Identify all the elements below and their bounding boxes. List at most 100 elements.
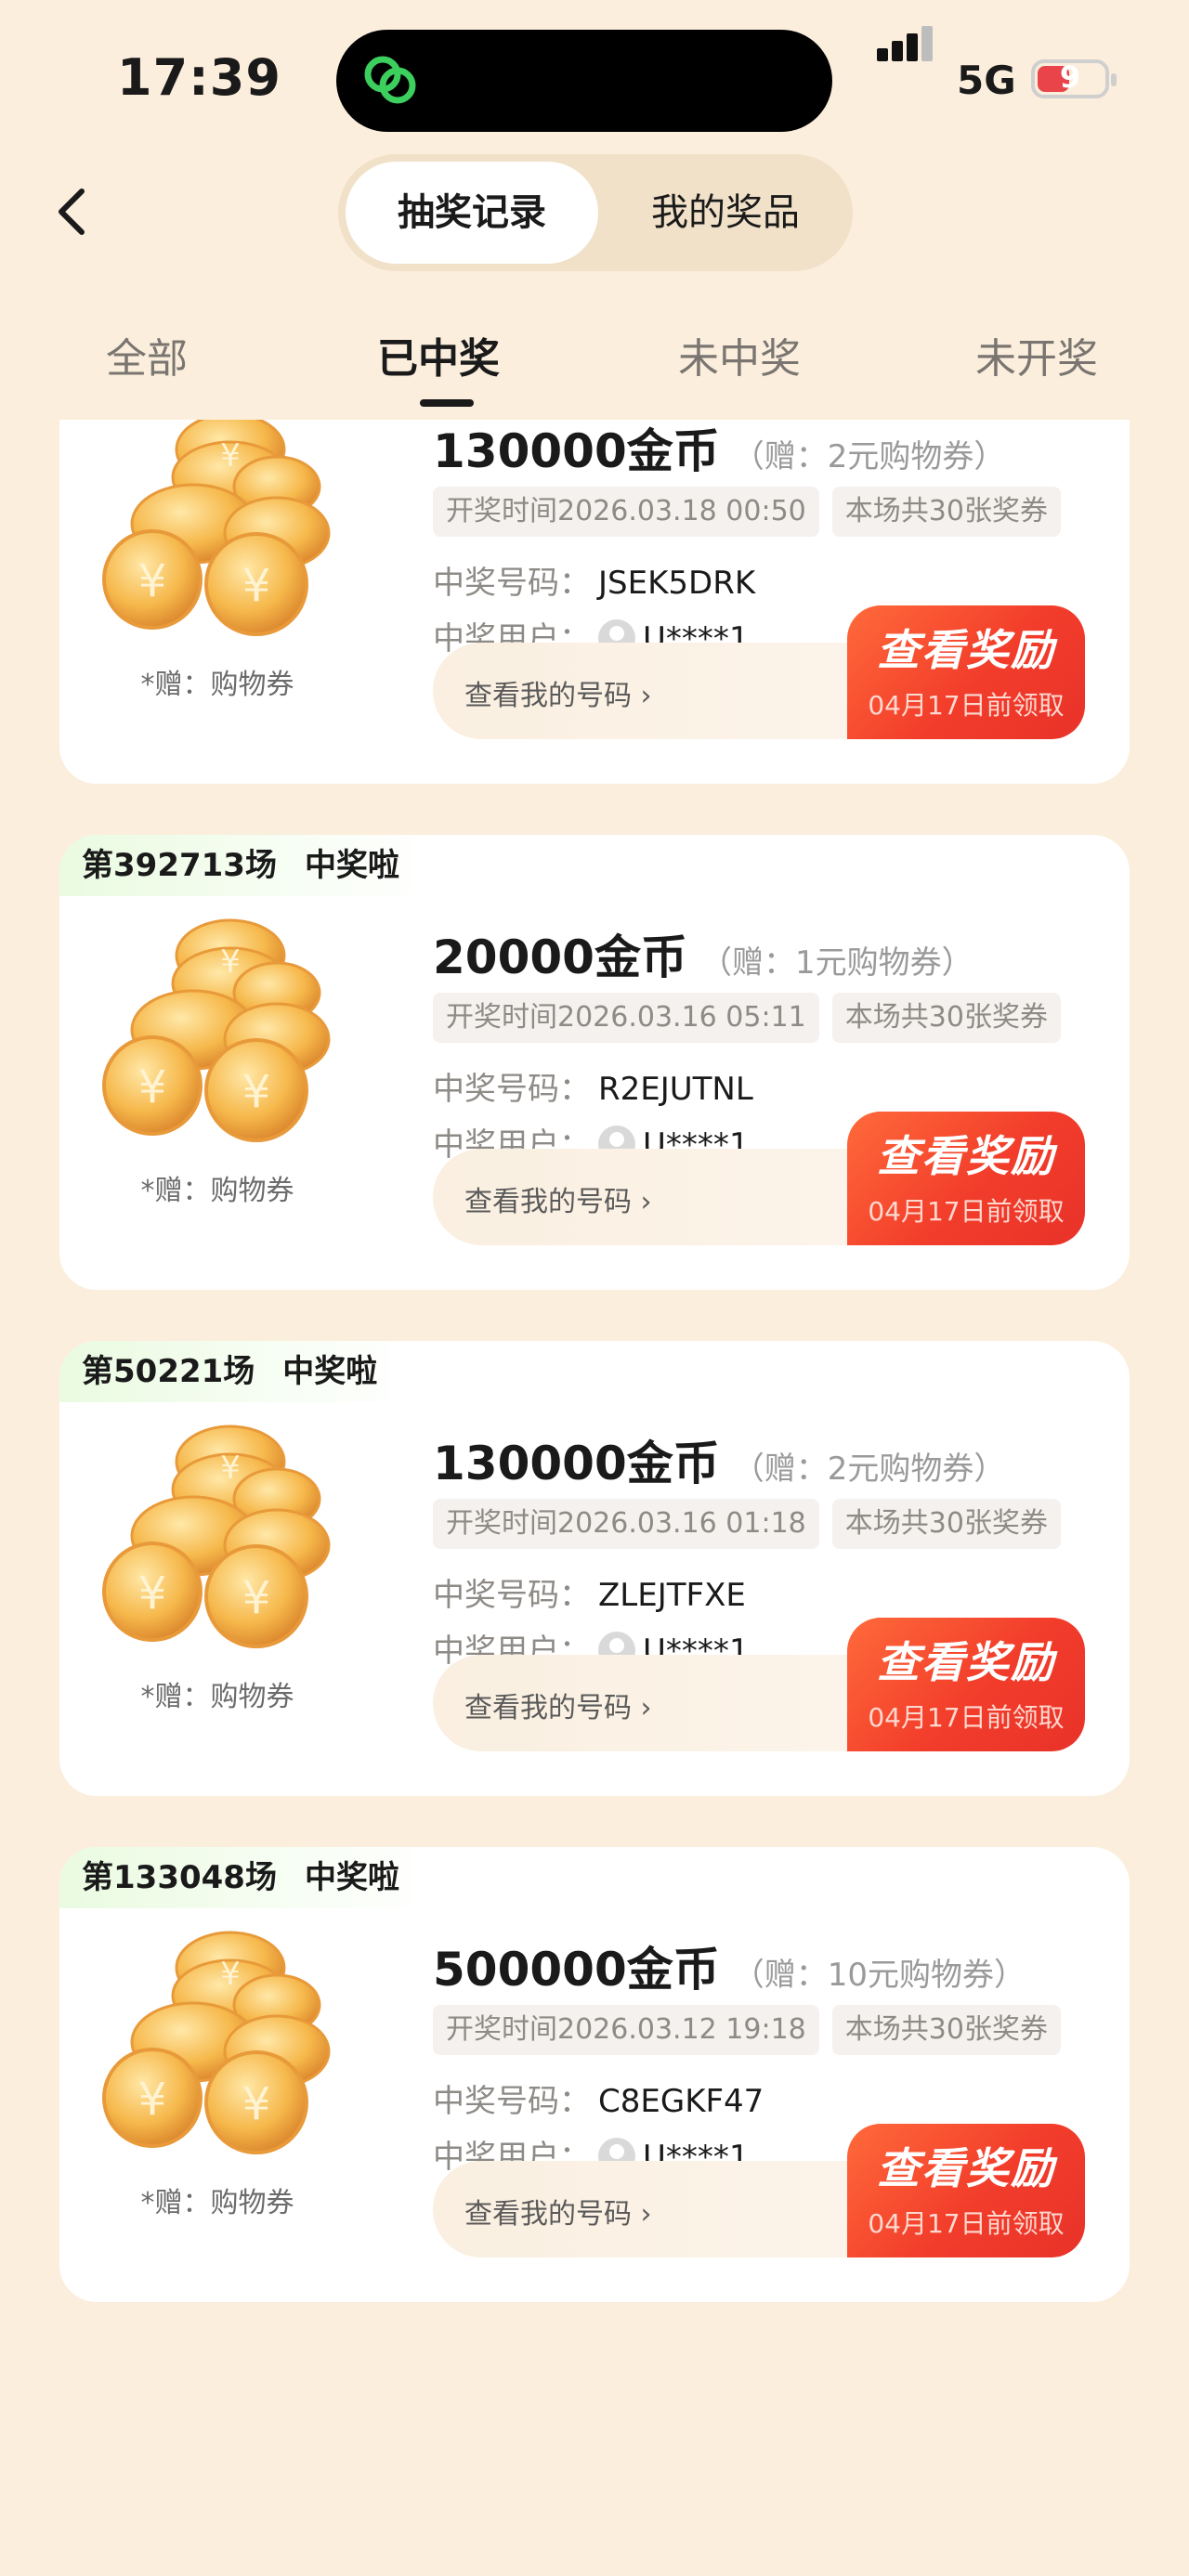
coins-icon: ¥ ¥ ¥ (102, 1931, 331, 2154)
tab-not-won[interactable]: 未中奖 (678, 325, 801, 384)
prize-card: 第133048场 中奖啦 ¥ ¥ ¥ *赠：购物券 500000金币 （赠：10元购… (59, 1847, 1130, 2302)
round-number: 第133048场 (82, 1859, 277, 1896)
segment-lottery-records[interactable]: 抽奖记录 (346, 162, 598, 264)
draw-time-chip: 开奖时间2026.03.18 00:50 (433, 487, 819, 537)
winning-number-row: 中奖号码： R2EJUTNL (433, 1063, 753, 1109)
prize-title: 130000金币 （赠：2元购物券） (433, 1426, 1005, 1493)
prize-bonus: （赠：1元购物券） (699, 944, 973, 982)
tab-won[interactable]: 已中奖 (377, 325, 500, 384)
view-reward-label: 查看奖励 (877, 2143, 1055, 2193)
win-status: 中奖啦 (304, 1859, 399, 1896)
segment-control: 抽奖记录 我的奖品 (338, 154, 853, 271)
info-chips: 开奖时间2026.03.18 00:50 本场共30张奖券 (433, 487, 1074, 537)
svg-text:¥: ¥ (242, 2078, 271, 2130)
view-reward-button[interactable]: 查看奖励 04月17日前领取 (847, 1112, 1085, 1245)
claim-deadline: 04月17日前领取 (868, 1196, 1065, 1227)
active-tab-indicator (420, 399, 474, 407)
draw-time-chip: 开奖时间2026.03.16 05:11 (433, 993, 819, 1043)
winning-number-row: 中奖号码： ZLEJTFXE (433, 1569, 746, 1615)
svg-text:¥: ¥ (220, 1450, 241, 1487)
round-badge: 第392713场 中奖啦 (59, 835, 431, 896)
prize-title: 130000金币 （赠：2元购物券） (433, 420, 1005, 481)
round-badge: 第133048场 中奖啦 (59, 1847, 431, 1908)
prize-card: 第392713场 中奖啦 ¥ ¥ ¥ *赠：购物券 20000金币 （赠：1元购物券… (59, 835, 1130, 1290)
win-status: 中奖啦 (304, 847, 399, 884)
svg-text:¥: ¥ (138, 2074, 167, 2126)
coins-icon: ¥ ¥ ¥ (102, 1425, 331, 1648)
prize-bonus: （赠：2元购物券） (732, 438, 1006, 475)
svg-text:¥: ¥ (242, 1066, 271, 1118)
prize-card: 第50221场 中奖啦 ¥ ¥ ¥ *赠：购物券 130000金币 （赠：2元购物券… (59, 1341, 1130, 1796)
prize-amount: 20000金币 (433, 930, 687, 984)
prize-list: 第50851场中奖啦 ¥ ¥ ¥ *赠：购物券 130000金币（赠：2元购物券… (0, 420, 1189, 2576)
view-my-numbers-label: 查看我的号码 › (464, 1692, 652, 1724)
prize-card: 第50851场中奖啦 ¥ ¥ ¥ *赠：购物券 130000金币（赠：2元购物券… (59, 420, 1130, 784)
total-tickets-chip: 本场共30张奖券 (831, 2005, 1061, 2055)
svg-text:¥: ¥ (220, 437, 241, 475)
view-reward-label: 查看奖励 (877, 1131, 1055, 1181)
svg-text:¥: ¥ (242, 1572, 271, 1624)
view-reward-button[interactable]: 查看奖励 04月17日前领取 (847, 1618, 1085, 1751)
link-icon (364, 56, 416, 104)
winning-number-label: 中奖号码： (433, 565, 591, 602)
winning-number: JSEK5DRK (598, 565, 756, 602)
view-reward-button[interactable]: 查看奖励 04月17日前领取 (847, 2124, 1085, 2257)
prize-title: 500000金币 （赠：10元购物券） (433, 1932, 1026, 1999)
back-icon[interactable] (50, 186, 95, 238)
coin-gift-note: *赠：购物券 (140, 669, 294, 701)
winning-number-label: 中奖号码： (433, 1577, 591, 1614)
prize-title: 20000金币 （赠：1元购物券） (433, 920, 973, 987)
svg-text:¥: ¥ (138, 1061, 167, 1113)
winning-number-row: 中奖号码： JSEK5DRK (433, 557, 755, 603)
round-number: 第50221场 (82, 1353, 255, 1390)
total-tickets-chip: 本场共30张奖券 (831, 1499, 1061, 1549)
winning-number-label: 中奖号码： (433, 1071, 591, 1108)
svg-text:¥: ¥ (242, 560, 271, 612)
winning-number: C8EGKF47 (598, 2083, 764, 2120)
status-time: 17:39 (117, 48, 281, 107)
info-chips: 开奖时间2026.03.16 01:18 本场共30张奖券 (433, 1499, 1074, 1549)
total-tickets-chip: 本场共30张奖券 (831, 487, 1061, 537)
svg-text:¥: ¥ (220, 1956, 241, 1993)
view-my-numbers-label: 查看我的号码 › (464, 680, 652, 712)
winning-number-label: 中奖号码： (433, 2083, 591, 2120)
network-label: 5G (957, 58, 1016, 103)
prize-bonus: （赠：10元购物券） (732, 1957, 1026, 1994)
tab-not-drawn[interactable]: 未开奖 (975, 325, 1098, 384)
coins-icon: ¥ ¥ ¥ (102, 420, 331, 636)
prize-bonus: （赠：2元购物券） (732, 1451, 1006, 1488)
total-tickets-chip: 本场共30张奖券 (831, 993, 1061, 1043)
view-my-numbers-label: 查看我的号码 › (464, 2198, 652, 2231)
draw-time-chip: 开奖时间2026.03.12 19:18 (433, 2005, 819, 2055)
coin-gift-note: *赠：购物券 (140, 2187, 294, 2219)
win-status: 中奖啦 (282, 1353, 378, 1390)
view-reward-button[interactable]: 查看奖励 04月17日前领取 (847, 605, 1085, 739)
draw-time-chip: 开奖时间2026.03.16 01:18 (433, 1499, 819, 1549)
claim-deadline: 04月17日前领取 (868, 1702, 1065, 1733)
coin-gift-note: *赠：购物券 (140, 1175, 294, 1207)
coins-icon: ¥ ¥ ¥ (102, 918, 331, 1142)
info-chips: 开奖时间2026.03.12 19:18 本场共30张奖券 (433, 2005, 1074, 2055)
claim-deadline: 04月17日前领取 (868, 690, 1065, 721)
round-number: 第392713场 (82, 847, 277, 884)
status-bar: 17:39 5G 9 (0, 0, 1189, 158)
view-reward-label: 查看奖励 (877, 1637, 1055, 1687)
prize-amount: 130000金币 (433, 1437, 720, 1490)
svg-text:¥: ¥ (138, 1568, 167, 1620)
battery-icon: 9 (1031, 59, 1117, 98)
claim-deadline: 04月17日前领取 (868, 2208, 1065, 2239)
winning-number-row: 中奖号码： C8EGKF47 (433, 2075, 764, 2121)
battery-level: 9 (1059, 59, 1081, 95)
dynamic-island (336, 30, 832, 132)
tab-all[interactable]: 全部 (106, 325, 188, 384)
winning-number: R2EJUTNL (598, 1071, 753, 1108)
prize-amount: 130000金币 (433, 424, 720, 478)
prize-amount: 500000金币 (433, 1943, 720, 1997)
svg-text:¥: ¥ (138, 555, 167, 607)
coin-gift-note: *赠：购物券 (140, 1681, 294, 1713)
winning-number: ZLEJTFXE (598, 1577, 746, 1614)
view-my-numbers-label: 查看我的号码 › (464, 1186, 652, 1218)
info-chips: 开奖时间2026.03.16 05:11 本场共30张奖券 (433, 993, 1074, 1043)
segment-my-prizes[interactable]: 我的奖品 (600, 162, 851, 264)
round-badge: 第50221场 中奖啦 (59, 1341, 410, 1402)
